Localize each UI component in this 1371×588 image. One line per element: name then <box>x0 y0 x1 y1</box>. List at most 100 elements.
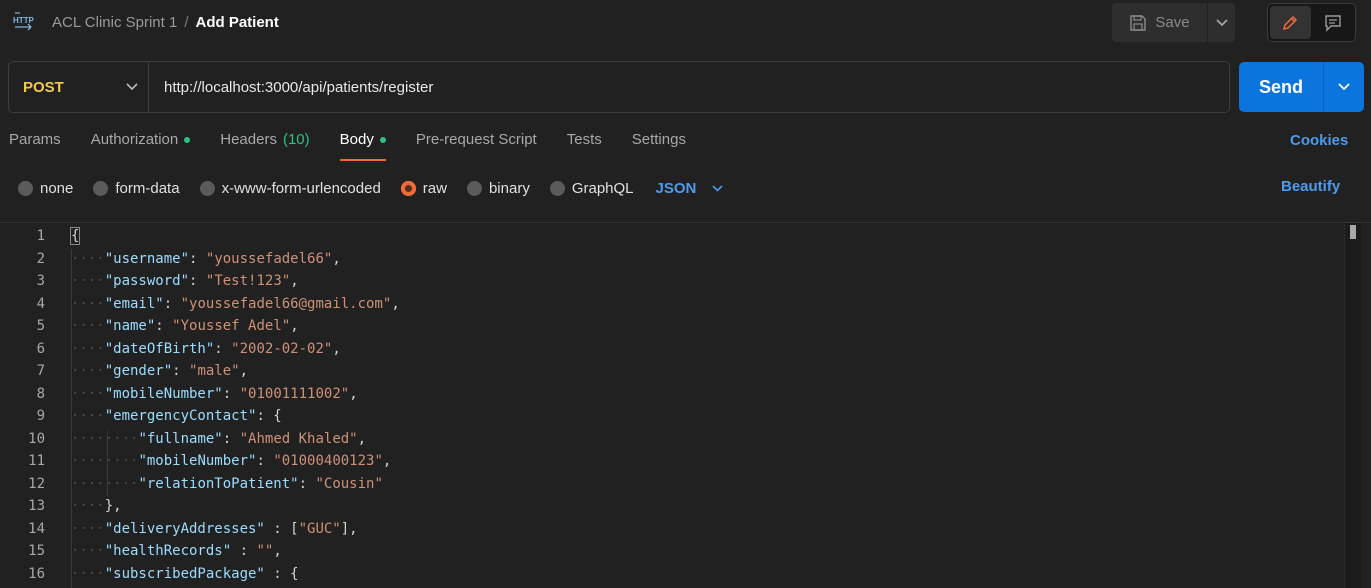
code-text: ····"dateOfBirth": "2002-02-02", <box>71 340 341 357</box>
body-type-none[interactable]: none <box>18 180 73 197</box>
beautify-link[interactable]: Beautify <box>1281 178 1340 195</box>
tab-tests[interactable]: Tests <box>567 131 602 161</box>
request-name[interactable]: Add Patient <box>196 14 279 31</box>
tab-authorization[interactable]: Authorization <box>91 131 191 161</box>
radio-label: GraphQL <box>571 179 634 197</box>
body-type-binary[interactable]: binary <box>466 179 530 197</box>
save-group: Save <box>1112 3 1235 42</box>
radio-button[interactable] <box>199 180 215 196</box>
tab-label: Body <box>339 131 374 148</box>
request-tabs: Params Authorization Headers (10) Body Pr… <box>9 131 686 161</box>
code-line[interactable]: 3 ····"password": "Test!123", <box>0 270 1340 293</box>
tab-count: (10) <box>282 131 310 148</box>
radio-button[interactable] <box>466 180 482 196</box>
cookies-link[interactable]: Cookies <box>1290 132 1348 149</box>
save-options-button[interactable] <box>1208 3 1235 42</box>
line-number: 7 <box>36 363 45 379</box>
tab-headers[interactable]: Headers (10) <box>220 131 309 161</box>
chevron-down-icon <box>1338 83 1350 91</box>
radio-label: raw <box>422 179 447 197</box>
radio-label: form-data <box>115 179 180 197</box>
breadcrumb-collection[interactable]: ACL Clinic Sprint 1 <box>52 14 177 31</box>
breadcrumb-separator: / <box>184 14 189 31</box>
code-line[interactable]: 15 ····"healthRecords" : "", <box>0 540 1340 563</box>
line-number: 8 <box>36 385 45 402</box>
url-input[interactable]: http://localhost:3000/api/patients/regis… <box>149 62 1229 112</box>
request-header: HTTP ACL Clinic Sprint 1 / Add Patient S… <box>0 0 1371 48</box>
line-number: 2 <box>36 250 45 267</box>
code-text: ········"relationToPatient": "Cousin" <box>71 475 383 492</box>
body-type-raw[interactable]: raw <box>400 179 447 197</box>
comments-mode-button[interactable] <box>1313 6 1354 39</box>
code-text: ····"healthRecords" : "", <box>71 543 282 559</box>
line-number: 9 <box>36 408 45 424</box>
pencil-icon <box>1283 15 1298 30</box>
body-code-editor[interactable]: 1{ 2 ····"username": "youssefadel66", 3 ····… <box>0 222 1371 588</box>
method-select[interactable]: POST <box>9 62 149 112</box>
scrollbar-thumb[interactable] <box>1350 225 1356 239</box>
request-url-bar: POST http://localhost:3000/api/patients/… <box>8 61 1230 113</box>
body-type-urlencoded[interactable]: x-www-form-urlencoded <box>199 179 381 197</box>
http-request-icon: HTTP <box>13 12 35 31</box>
code-text: { <box>69 227 81 245</box>
tab-body[interactable]: Body <box>339 131 387 161</box>
save-button[interactable]: Save <box>1112 3 1207 42</box>
tab-label: Pre-request Script <box>415 131 537 148</box>
code-line[interactable]: 6 ····"dateOfBirth": "2002-02-02", <box>0 338 1340 361</box>
line-number: 4 <box>36 295 45 312</box>
code-line[interactable]: 14 ····"deliveryAddresses" : ["GUC"], <box>0 518 1340 541</box>
body-format-select[interactable]: JSON <box>656 180 724 197</box>
tab-label: Params <box>9 131 61 148</box>
svg-text:HTTP: HTTP <box>13 16 35 25</box>
status-dot <box>184 137 191 143</box>
send-button[interactable]: Send <box>1239 77 1323 98</box>
code-text: ····"deliveryAddresses" : ["GUC"], <box>71 520 358 537</box>
breadcrumb: ACL Clinic Sprint 1 / Add Patient <box>52 14 279 31</box>
code-line[interactable]: 12 ········"relationToPatient": "Cousin" <box>0 473 1340 496</box>
tab-params[interactable]: Params <box>9 131 61 161</box>
radio-button[interactable] <box>18 180 33 196</box>
code-text: ····"mobileNumber": "01001111002", <box>71 385 358 402</box>
code-line[interactable]: 8 ····"mobileNumber": "01001111002", <box>0 383 1340 406</box>
radio-label: binary <box>488 179 530 197</box>
tab-settings[interactable]: Settings <box>632 131 686 161</box>
code-text: ····"password": "Test!123", <box>71 273 299 289</box>
line-number: 16 <box>28 565 45 582</box>
code-line[interactable]: 2 ····"username": "youssefadel66", <box>0 248 1340 271</box>
code-line[interactable]: 11 ········"mobileNumber": "01000400123", <box>0 450 1340 473</box>
edit-mode-button[interactable] <box>1270 6 1311 39</box>
method-label: POST <box>23 78 64 96</box>
view-mode-toggle <box>1267 3 1356 42</box>
code-line[interactable]: 9 ····"emergencyContact": { <box>0 405 1340 428</box>
code-text: ········"fullname": "Ahmed Khaled", <box>71 430 367 447</box>
line-number: 3 <box>36 273 45 289</box>
radio-button[interactable] <box>549 180 565 196</box>
code-line[interactable]: 5 ····"name": "Youssef Adel", <box>0 315 1340 338</box>
radio-button[interactable] <box>93 180 109 196</box>
code-line[interactable]: 7 ····"gender": "male", <box>0 360 1340 383</box>
code-line[interactable]: 10 ········"fullname": "Ahmed Khaled", <box>0 428 1340 451</box>
code-line[interactable]: 1{ <box>0 225 1340 248</box>
radio-button-selected[interactable] <box>400 180 416 196</box>
send-options-button[interactable] <box>1324 83 1364 91</box>
tab-label: Headers <box>220 131 277 148</box>
chevron-down-icon <box>712 184 723 192</box>
status-dot <box>379 137 386 143</box>
code-line[interactable]: 13 ····}, <box>0 495 1340 518</box>
body-type-form-data[interactable]: form-data <box>93 179 180 197</box>
body-type-options: none form-data x-www-form-urlencoded raw… <box>18 178 723 198</box>
body-type-graphql[interactable]: GraphQL <box>549 179 634 197</box>
line-number: 6 <box>36 340 45 357</box>
line-number: 12 <box>28 475 45 492</box>
code-line[interactable]: 16 ····"subscribedPackage" : { <box>0 563 1340 586</box>
code-text: ····"username": "youssefadel66", <box>71 250 341 267</box>
line-number: 14 <box>28 520 45 537</box>
radio-label: x-www-form-urlencoded <box>221 179 381 197</box>
tab-pre-request-script[interactable]: Pre-request Script <box>416 131 537 161</box>
line-number: 10 <box>28 430 45 447</box>
line-number: 15 <box>28 543 45 559</box>
tab-label: Tests <box>566 131 602 148</box>
code-text: ········"mobileNumber": "01000400123", <box>71 453 392 469</box>
code-line[interactable]: 4 ····"email": "youssefadel66@gmail.com", <box>0 293 1340 316</box>
editor-scrollbar[interactable] <box>1344 223 1361 588</box>
